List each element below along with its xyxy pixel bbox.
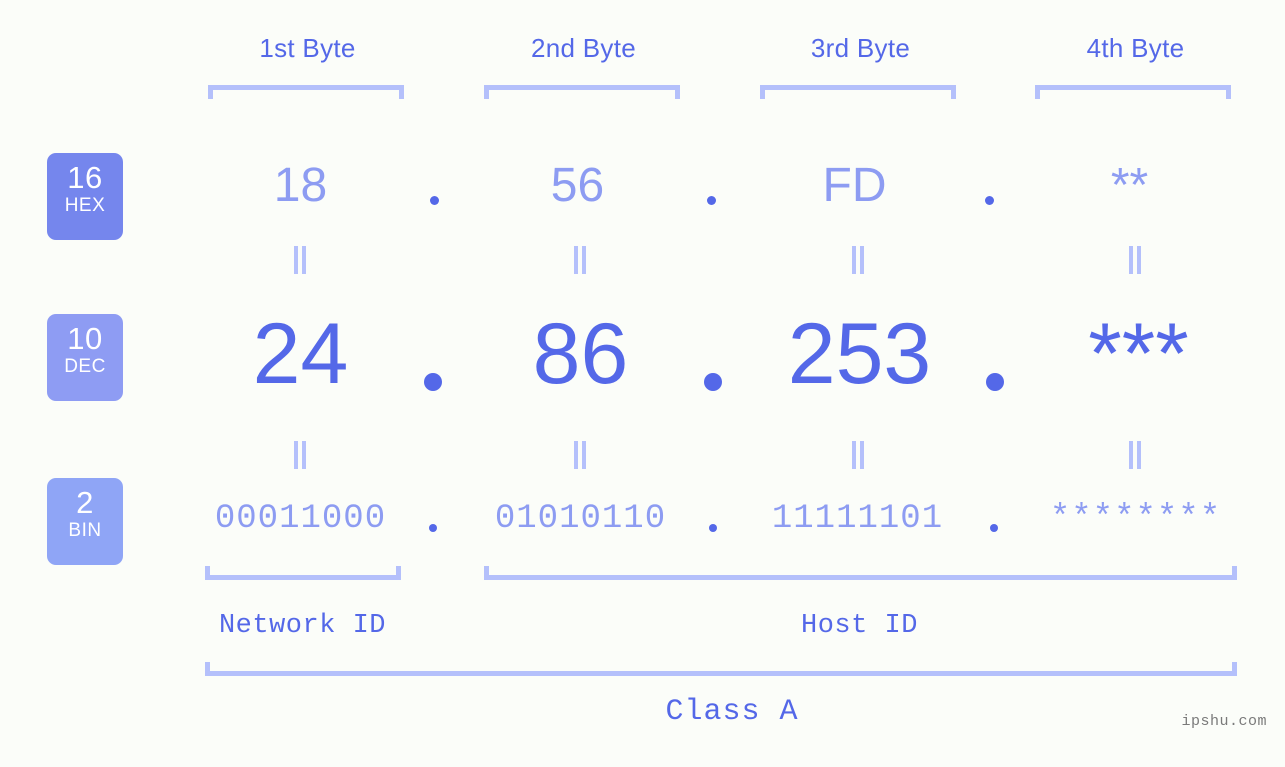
host-id-label: Host ID xyxy=(801,611,918,641)
equals-mark-dec-bin-1 xyxy=(293,441,307,469)
base-badge-hex-name: HEX xyxy=(64,195,106,216)
byte-bracket-3 xyxy=(760,85,956,99)
base-badge-bin: 2 BIN xyxy=(47,478,123,565)
ip-byte-breakdown-diagram: 1st Byte 2nd Byte 3rd Byte 4th Byte 16 H… xyxy=(0,0,1285,767)
hex-byte-4-value: ** xyxy=(1110,159,1149,212)
byte-bracket-4 xyxy=(1035,85,1231,99)
hex-separator-dot-1 xyxy=(430,196,439,205)
hex-byte-3-value: FD xyxy=(822,159,887,212)
hex-byte-2-value: 56 xyxy=(550,159,605,212)
network-id-bracket xyxy=(205,566,401,580)
host-id-bracket xyxy=(484,566,1237,580)
base-badge-dec-name: DEC xyxy=(64,356,106,377)
dec-byte-3-value: 253 xyxy=(787,306,932,402)
equals-mark-hex-dec-3 xyxy=(851,246,865,274)
site-watermark: ipshu.com xyxy=(1181,713,1267,730)
dec-byte-2-value: 86 xyxy=(532,306,629,402)
bin-byte-1-value: 00011000 xyxy=(214,500,387,538)
class-bracket xyxy=(205,662,1237,676)
base-badge-bin-number: 2 xyxy=(76,485,94,520)
equals-mark-dec-bin-4 xyxy=(1128,441,1142,469)
bin-separator-dot-1 xyxy=(429,524,437,532)
base-badge-hex: 16 HEX xyxy=(47,153,123,240)
equals-mark-hex-dec-4 xyxy=(1128,246,1142,274)
dec-byte-4-value: *** xyxy=(1088,306,1189,402)
bin-separator-dot-2 xyxy=(709,524,717,532)
hex-separator-dot-3 xyxy=(985,196,994,205)
equals-mark-hex-dec-2 xyxy=(573,246,587,274)
bin-byte-2-value: 01010110 xyxy=(494,500,667,538)
dec-byte-1-value: 24 xyxy=(252,306,349,402)
dec-separator-dot-1 xyxy=(424,373,442,391)
byte-header-label-1: 1st Byte xyxy=(259,33,356,63)
byte-header-label-2: 2nd Byte xyxy=(530,33,637,63)
byte-bracket-1 xyxy=(208,85,404,99)
bin-separator-dot-3 xyxy=(990,524,998,532)
hex-byte-1-value: 18 xyxy=(273,159,328,212)
equals-mark-dec-bin-2 xyxy=(573,441,587,469)
dec-separator-dot-3 xyxy=(986,373,1004,391)
byte-bracket-2 xyxy=(484,85,680,99)
dec-separator-dot-2 xyxy=(704,373,722,391)
base-badge-dec-number: 10 xyxy=(67,321,103,356)
base-badge-bin-name: BIN xyxy=(68,520,102,541)
class-label: Class A xyxy=(665,695,799,729)
equals-mark-hex-dec-1 xyxy=(293,246,307,274)
base-badge-hex-number: 16 xyxy=(67,160,103,195)
equals-mark-dec-bin-3 xyxy=(851,441,865,469)
bin-byte-3-value: 11111101 xyxy=(771,500,944,538)
base-badge-dec: 10 DEC xyxy=(47,314,123,401)
byte-header-label-3: 3rd Byte xyxy=(810,33,911,63)
byte-header-label-4: 4th Byte xyxy=(1086,33,1185,63)
network-id-label: Network ID xyxy=(218,611,387,641)
bin-byte-4-value: ******** xyxy=(1049,500,1222,538)
hex-separator-dot-2 xyxy=(707,196,716,205)
